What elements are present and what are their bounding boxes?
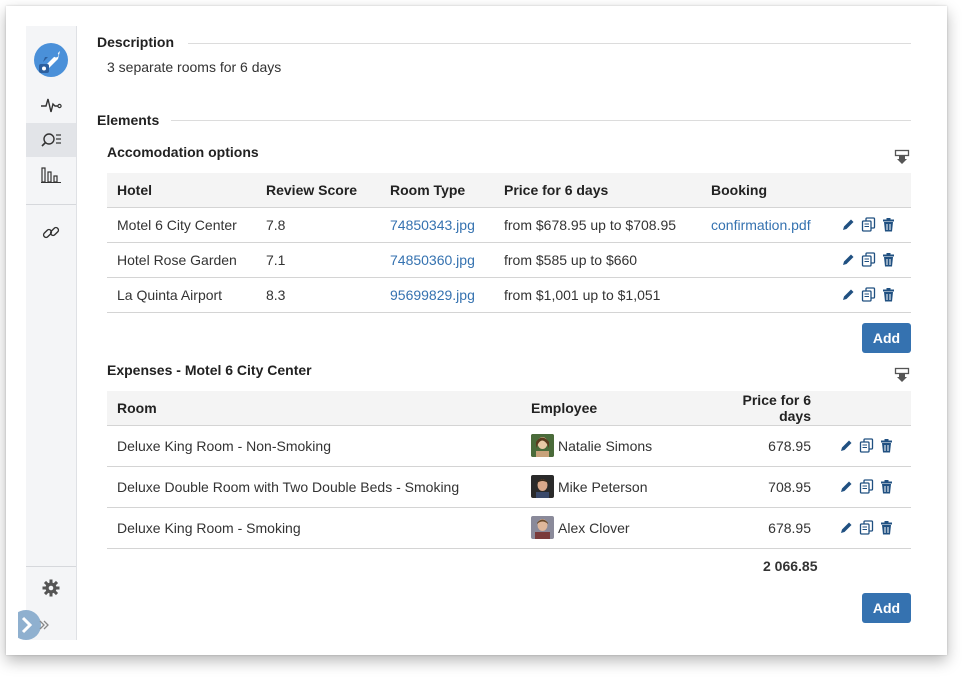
actions-cell: [831, 242, 911, 278]
pencil-icon[interactable]: [841, 288, 855, 302]
pencil-icon[interactable]: [839, 521, 853, 535]
column-header-room[interactable]: Room: [107, 391, 521, 426]
employee-name: Alex Clover: [558, 519, 630, 536]
trash-icon[interactable]: [880, 479, 893, 494]
column-header-hotel[interactable]: Hotel: [107, 173, 256, 208]
booking-cell: [701, 242, 831, 278]
column-header-room-type[interactable]: Room Type: [380, 173, 494, 208]
export-icon[interactable]: [894, 367, 910, 388]
trash-icon[interactable]: [880, 520, 893, 535]
booking-cell: [701, 277, 831, 313]
room-cell: Deluxe King Room - Smoking: [107, 507, 521, 549]
table-header-row: Hotel Review Score Room Type Price for 6…: [107, 173, 911, 208]
score-cell: 7.1: [256, 242, 380, 278]
room-type-link[interactable]: 95699829.jpg: [390, 287, 475, 303]
hotel-cell: La Quinta Airport: [107, 277, 256, 313]
copy-icon[interactable]: [861, 287, 876, 302]
accommodation-title: Accomodation options: [107, 144, 259, 160]
room-type-cell: 74850360.jpg: [380, 242, 494, 278]
actions-cell: [831, 277, 911, 313]
price-cell: 678.95: [701, 507, 821, 549]
room-cell: Deluxe Double Room with Two Double Beds …: [107, 466, 521, 508]
price-cell: 708.95: [701, 466, 821, 508]
pencil-icon[interactable]: [841, 218, 855, 232]
copy-icon[interactable]: [859, 479, 874, 494]
copy-icon[interactable]: [859, 520, 874, 535]
room-cell: Deluxe King Room - Non-Smoking: [107, 425, 521, 467]
score-cell: 8.3: [256, 277, 380, 313]
table-row: Deluxe King Room - Smoking Alex Clover 6…: [107, 507, 911, 549]
pencil-icon[interactable]: [841, 253, 855, 267]
pencil-icon[interactable]: [839, 480, 853, 494]
avatar: [531, 434, 554, 457]
employee-cell: Mike Peterson: [521, 466, 701, 508]
employee-name: Mike Peterson: [558, 478, 648, 495]
column-header-price[interactable]: Price for 6 days: [701, 391, 821, 426]
column-header-booking[interactable]: Booking: [701, 173, 831, 208]
actions-cell: [821, 425, 911, 467]
description-heading: Description: [97, 34, 175, 50]
trash-icon[interactable]: [882, 217, 895, 232]
employee-cell: Alex Clover: [521, 507, 701, 549]
expenses-table: Room Employee Price for 6 days Deluxe Ki…: [107, 391, 911, 549]
copy-icon[interactable]: [859, 438, 874, 453]
booking-link[interactable]: confirmation.pdf: [711, 217, 811, 233]
price-cell: 678.95: [701, 425, 821, 467]
trash-icon[interactable]: [882, 287, 895, 302]
hotel-cell: Hotel Rose Garden: [107, 242, 256, 278]
room-type-link[interactable]: 74850360.jpg: [390, 252, 475, 268]
hotel-cell: Motel 6 City Center: [107, 207, 256, 243]
description-divider: [188, 43, 911, 44]
column-header-review-score[interactable]: Review Score: [256, 173, 380, 208]
expenses-title: Expenses - Motel 6 City Center: [107, 362, 312, 378]
add-accommodation-button[interactable]: Add: [862, 323, 911, 353]
actions-cell: [821, 466, 911, 508]
employee-name: Natalie Simons: [558, 437, 653, 454]
table-row: Deluxe Double Room with Two Double Beds …: [107, 466, 911, 508]
score-cell: 7.8: [256, 207, 380, 243]
table-row: Motel 6 City Center 7.8 74850343.jpg fro…: [107, 207, 911, 243]
export-icon[interactable]: [894, 149, 910, 170]
avatar: [531, 516, 554, 539]
copy-icon[interactable]: [861, 252, 876, 267]
employee-cell: Natalie Simons: [521, 425, 701, 467]
price-cell: from $678.95 up to $708.95: [494, 207, 701, 243]
room-type-link[interactable]: 74850343.jpg: [390, 217, 475, 233]
avatar: [531, 475, 554, 498]
actions-cell: [821, 507, 911, 549]
room-type-cell: 95699829.jpg: [380, 277, 494, 313]
accommodation-table: Hotel Review Score Room Type Price for 6…: [107, 173, 911, 313]
table-row: La Quinta Airport 8.3 95699829.jpg from …: [107, 277, 911, 313]
main-content: Description 3 separate rooms for 6 days …: [6, 6, 947, 655]
trash-icon[interactable]: [882, 252, 895, 267]
room-type-cell: 74850343.jpg: [380, 207, 494, 243]
column-header-employee[interactable]: Employee: [521, 391, 701, 426]
expenses-total: 2 066.85: [763, 558, 818, 574]
booking-cell: confirmation.pdf: [701, 207, 831, 243]
table-row: Deluxe King Room - Non-Smoking Natalie S…: [107, 425, 911, 467]
price-cell: from $1,001 up to $1,051: [494, 277, 701, 313]
elements-heading: Elements: [97, 112, 160, 128]
actions-cell: [831, 207, 911, 243]
add-expense-button[interactable]: Add: [862, 593, 911, 623]
price-cell: from $585 up to $660: [494, 242, 701, 278]
pencil-icon[interactable]: [839, 439, 853, 453]
column-header-actions: [831, 173, 911, 208]
elements-divider: [171, 120, 911, 121]
page-card: Description 3 separate rooms for 6 days …: [6, 6, 947, 655]
copy-icon[interactable]: [861, 217, 876, 232]
column-header-actions: [821, 391, 911, 426]
description-text: 3 separate rooms for 6 days: [107, 59, 282, 75]
table-header-row: Room Employee Price for 6 days: [107, 391, 911, 426]
column-header-price[interactable]: Price for 6 days: [494, 173, 701, 208]
table-row: Hotel Rose Garden 7.1 74850360.jpg from …: [107, 242, 911, 278]
trash-icon[interactable]: [880, 438, 893, 453]
